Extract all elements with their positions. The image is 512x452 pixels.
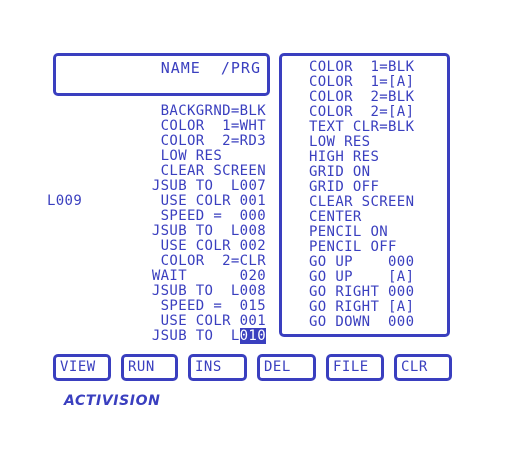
line-text: CLEAR SCREEN (160, 163, 266, 179)
menu-item[interactable]: COLOR 1=[A] (309, 75, 414, 90)
menu-item[interactable]: GRID OFF (309, 180, 414, 195)
menu-item[interactable]: HIGH RES (309, 150, 414, 165)
program-line[interactable]: SPEED = 000 (0, 209, 275, 224)
button-bar: VIEW RUN INS DEL FILE CLR (53, 354, 453, 381)
program-line[interactable]: USE COLR 002 (0, 239, 275, 254)
line-text: BACKGRND=BLK (160, 103, 266, 119)
line-text: USE COLR 002 (160, 238, 266, 254)
menu-item[interactable]: TEXT CLR=BLK (309, 120, 414, 135)
command-menu: COLOR 1=BLK COLOR 1=[A] COLOR 2=BLK COLO… (279, 53, 450, 337)
view-button[interactable]: VIEW (53, 354, 111, 381)
menu-item[interactable]: CENTER (309, 210, 414, 225)
menu-item[interactable]: GO RIGHT 000 (309, 285, 414, 300)
program-line[interactable]: JSUB TO L007 (0, 179, 275, 194)
line-text: COLOR 2=CLR (160, 253, 266, 269)
menu-item[interactable]: CLEAR SCREEN (309, 195, 414, 210)
name-label: NAME /PRG (160, 59, 261, 77)
program-line[interactable]: COLOR 2=RD3 (0, 134, 275, 149)
line-text: COLOR 1=WHT (160, 118, 266, 134)
clr-button[interactable]: CLR (394, 354, 452, 381)
line-text: JSUB TO L010 (151, 328, 266, 344)
program-listing: BACKGRND=BLK COLOR 1=WHT COLOR 2=RD3 LOW… (0, 104, 275, 344)
program-line[interactable]: LOW RES (0, 149, 275, 164)
menu-item[interactable]: GO UP 000 (309, 255, 414, 270)
menu-item[interactable]: PENCIL OFF (309, 240, 414, 255)
program-line[interactable]: L009 USE COLR 001 (0, 194, 275, 209)
menu-item[interactable]: COLOR 1=BLK (309, 60, 414, 75)
menu-item[interactable]: COLOR 2=BLK (309, 90, 414, 105)
program-line[interactable]: COLOR 2=CLR (0, 254, 275, 269)
del-button[interactable]: DEL (257, 354, 316, 381)
command-menu-list: COLOR 1=BLK COLOR 1=[A] COLOR 2=BLK COLO… (309, 60, 414, 330)
menu-item[interactable]: GO RIGHT [A] (309, 300, 414, 315)
menu-item[interactable]: GRID ON (309, 165, 414, 180)
menu-item[interactable]: LOW RES (309, 135, 414, 150)
program-line[interactable]: JSUB TO L008 (0, 284, 275, 299)
program-line[interactable]: WAIT 020 (0, 269, 275, 284)
program-name-box[interactable]: NAME /PRG (53, 53, 270, 96)
menu-item[interactable]: GO UP [A] (309, 270, 414, 285)
line-text-prefix: JSUB TO L (151, 328, 240, 344)
line-text: COLOR 2=RD3 (160, 133, 266, 149)
line-text: LOW RES (160, 148, 266, 164)
file-button[interactable]: FILE (326, 354, 384, 381)
line-text: JSUB TO L007 (151, 178, 266, 194)
program-editor-screen: NAME /PRG BACKGRND=BLK COLOR 1=WHT COLOR… (0, 0, 512, 452)
program-line-current[interactable]: JSUB TO L010 (0, 328, 275, 344)
program-line[interactable]: JSUB TO L008 (0, 224, 275, 239)
line-text: JSUB TO L008 (151, 283, 266, 299)
program-line[interactable]: BACKGRND=BLK (0, 104, 275, 119)
menu-item[interactable]: PENCIL ON (309, 225, 414, 240)
line-text: SPEED = 000 (160, 208, 266, 224)
line-text: SPEED = 015 (160, 298, 266, 314)
line-text: JSUB TO L008 (151, 223, 266, 239)
program-line[interactable]: CLEAR SCREEN (0, 164, 275, 179)
line-text: USE COLR 001 (160, 313, 266, 329)
program-line[interactable]: COLOR 1=WHT (0, 119, 275, 134)
ins-button[interactable]: INS (188, 354, 247, 381)
edit-cursor[interactable]: 010 (239, 328, 266, 344)
line-text: WAIT 020 (151, 268, 266, 284)
activision-logo: ACTIVISION (64, 393, 161, 409)
line-text: USE COLR 001 (160, 193, 266, 209)
menu-item[interactable]: GO DOWN 000 (309, 315, 414, 330)
line-label: L009 (47, 193, 83, 209)
run-button[interactable]: RUN (121, 354, 178, 381)
menu-item[interactable]: COLOR 2=[A] (309, 105, 414, 120)
program-line[interactable]: SPEED = 015 (0, 299, 275, 314)
program-line[interactable]: USE COLR 001 (0, 314, 275, 329)
